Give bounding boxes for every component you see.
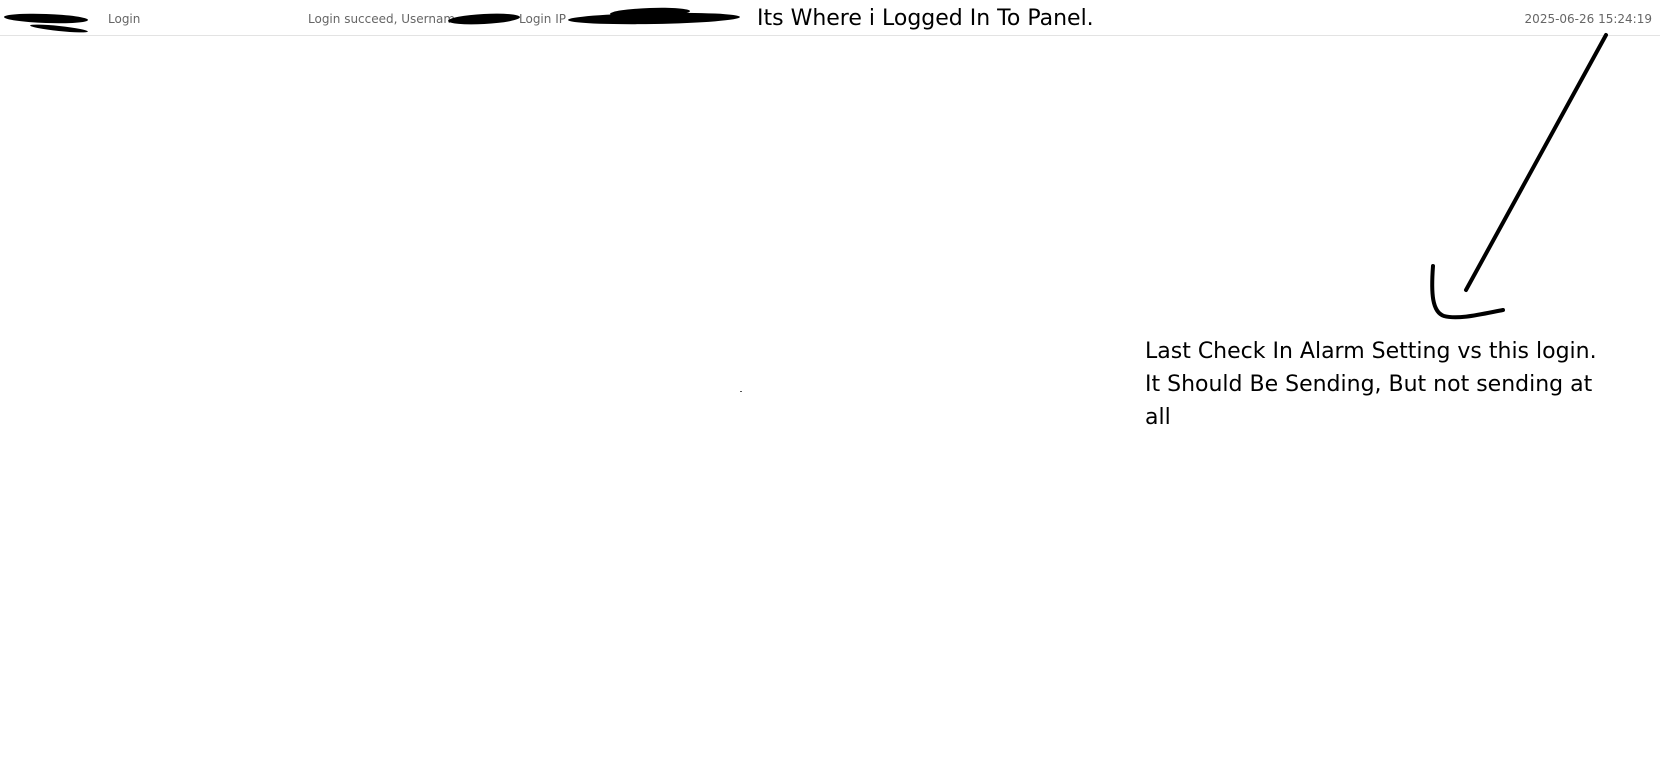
redacted-account-scribble (29, 22, 89, 35)
redacted-account-scribble (3, 12, 89, 25)
log-timestamp: 2025-06-26 15:24:19 (1524, 12, 1652, 26)
log-description: Login succeed, Usernam (308, 12, 456, 26)
annotation-login-note: Its Where i Logged In To Panel. (757, 6, 1094, 31)
login-ip-label: Login IP (519, 12, 566, 26)
redacted-username-scribble (447, 12, 521, 26)
stray-mark (740, 391, 742, 392)
log-type: Login (108, 12, 141, 26)
annotation-alarm-note: Last Check In Alarm Setting vs this logi… (1145, 339, 1597, 430)
